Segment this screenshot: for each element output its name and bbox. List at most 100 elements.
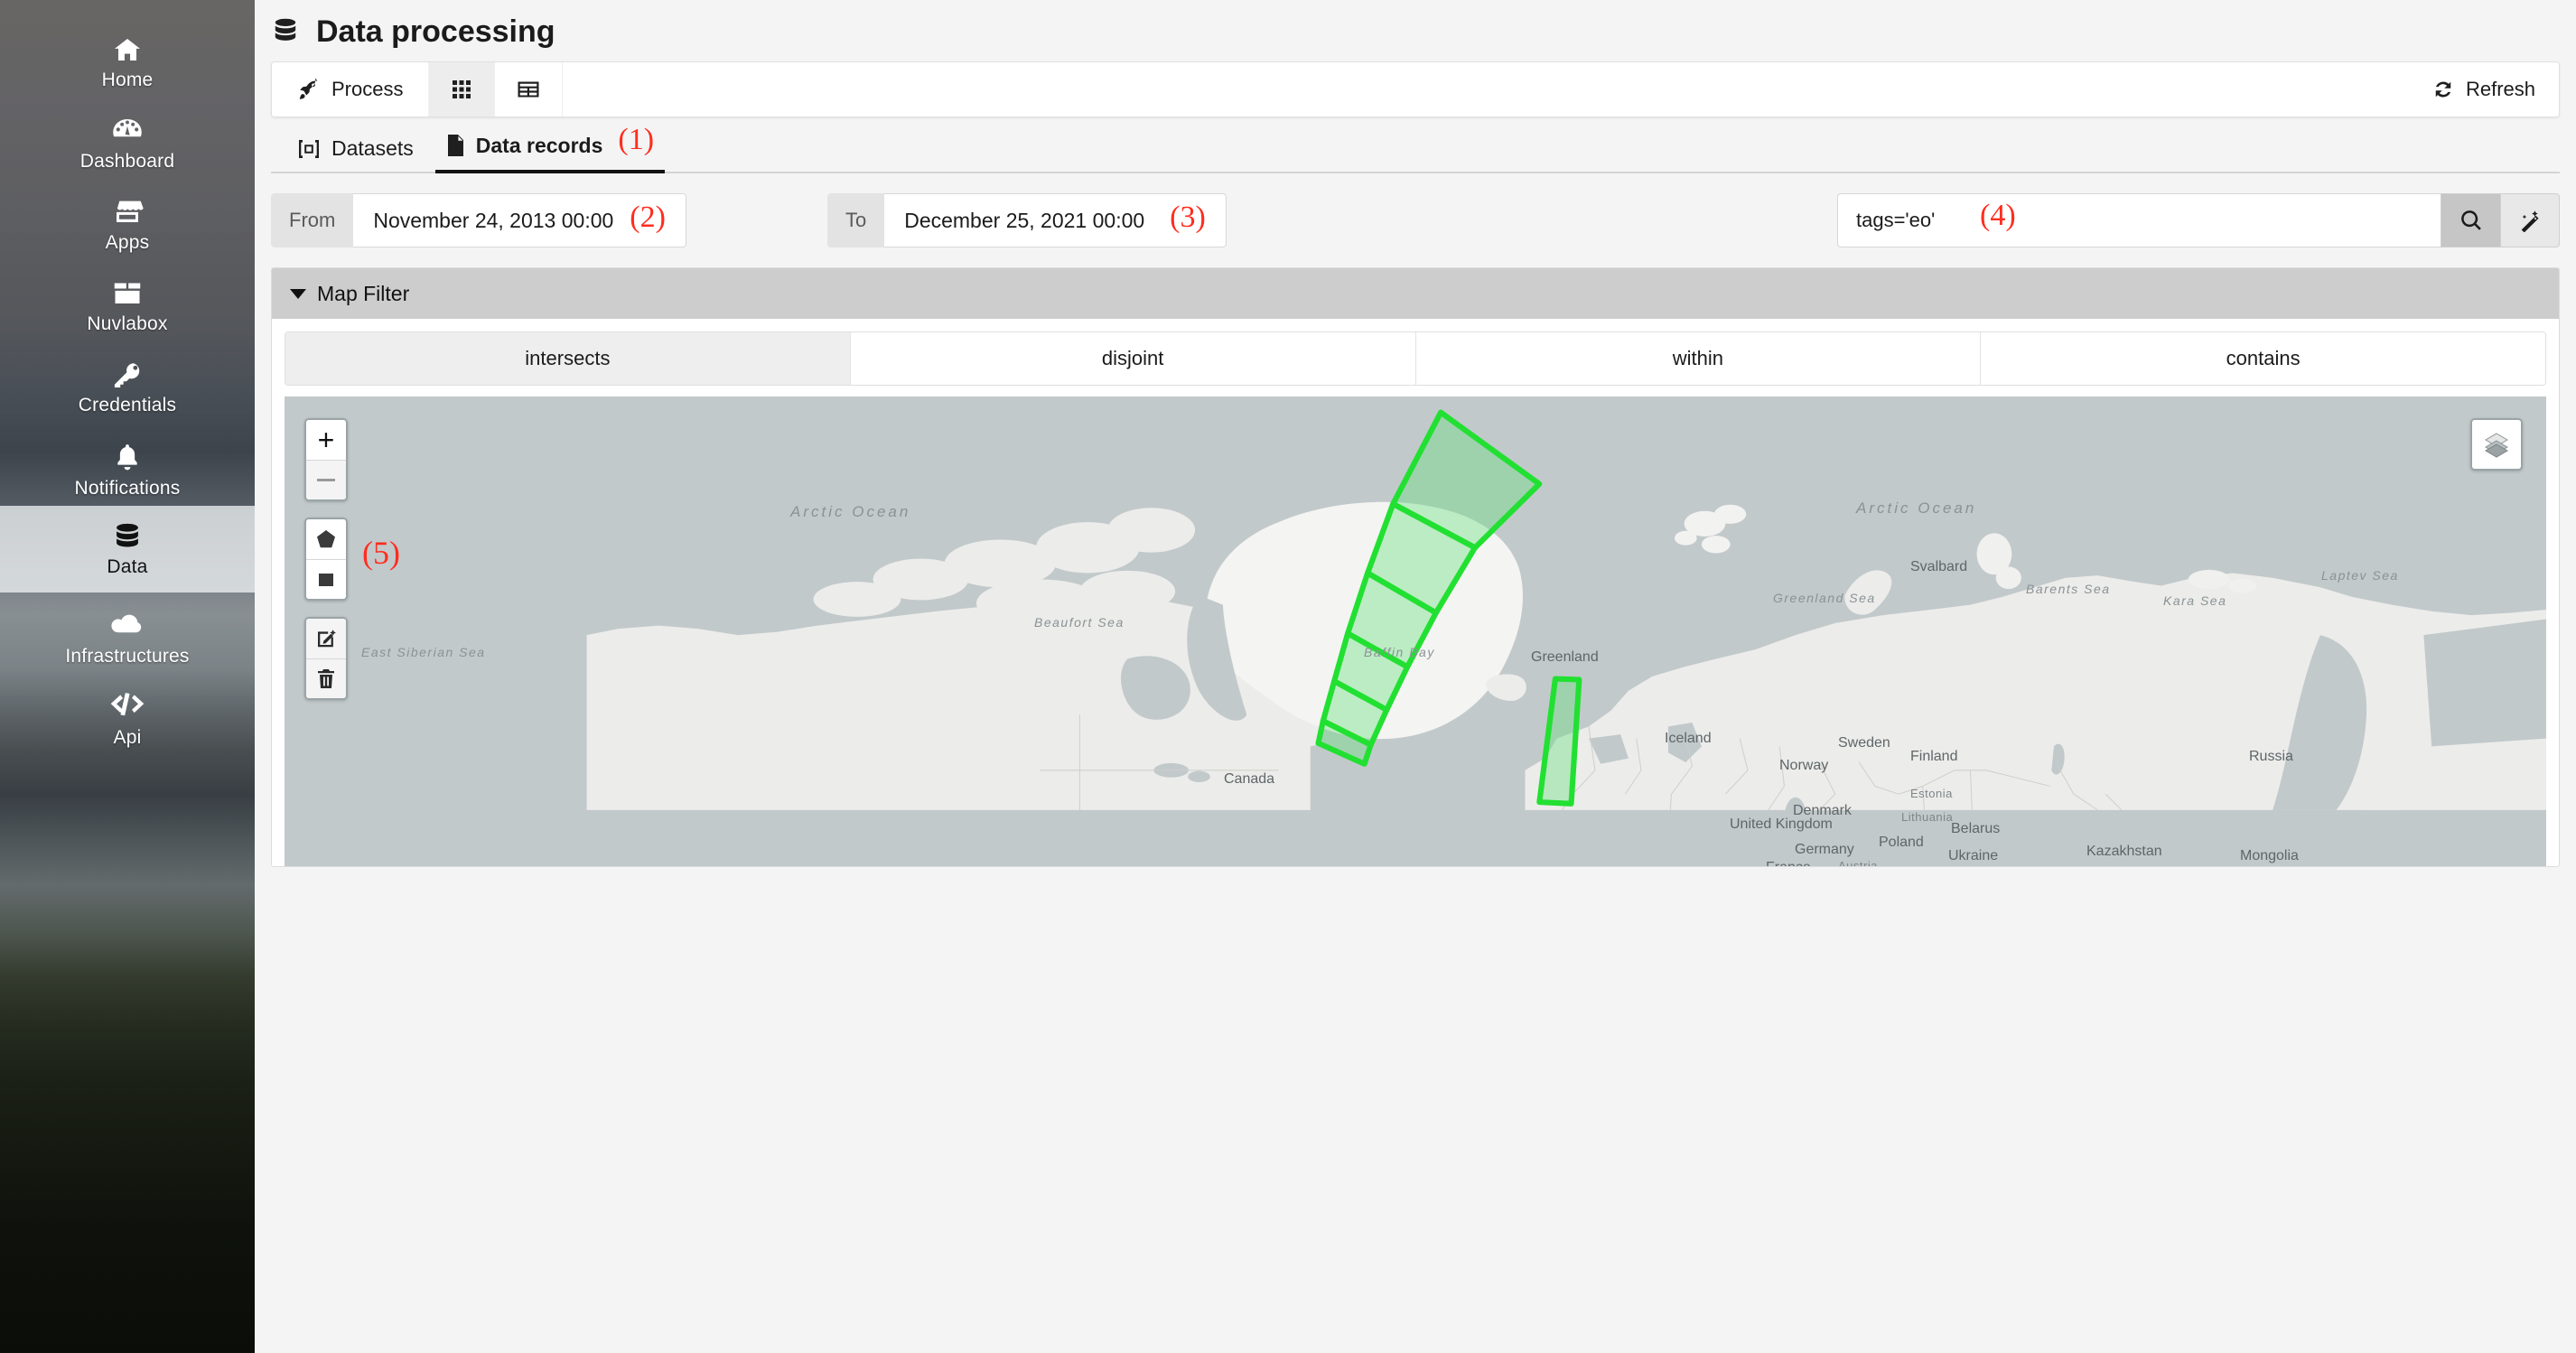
search-button[interactable] — [2441, 193, 2500, 247]
sidebar-item-label: Nuvlabox — [87, 313, 168, 334]
key-icon — [111, 360, 144, 389]
search-input[interactable] — [1837, 193, 2441, 247]
sidebar-item-apps[interactable]: Apps — [0, 190, 255, 260]
map-label: Kazakhstan — [2086, 844, 2162, 859]
sidebar-item-data[interactable]: Data — [0, 506, 255, 593]
zoom-control: + — [304, 418, 348, 501]
predicate-contains[interactable]: contains — [1981, 332, 2545, 385]
refresh-icon — [2431, 78, 2455, 101]
search-icon — [2459, 209, 2483, 232]
layers-control — [2470, 418, 2523, 471]
predicate-label: intersects — [525, 347, 611, 369]
dataset-frame-icon — [298, 139, 320, 159]
from-date-input[interactable]: November 24, 2013 00:00 (2) — [353, 193, 686, 247]
predicate-within[interactable]: within — [1415, 332, 1982, 385]
map-canvas[interactable]: Arctic Ocean Arctic Ocean Greenland Baffin … — [285, 397, 2546, 866]
sidebar-item-credentials[interactable]: Credentials — [0, 352, 255, 423]
tab-datasets[interactable]: Datasets — [282, 136, 430, 172]
process-label: Process — [331, 78, 404, 100]
map-filter-title: Map Filter — [317, 281, 410, 305]
toolbar: Process Refresh — [271, 61, 2560, 117]
table-view-icon — [517, 79, 540, 100]
map-label: Lithuania — [1901, 810, 1954, 824]
footprint-segment — [1536, 676, 1582, 807]
sidebar-item-label: Home — [101, 70, 154, 90]
rocket-icon — [297, 78, 321, 101]
grid-view-button[interactable] — [429, 62, 496, 117]
annotation-2: (2) — [630, 201, 666, 234]
sidebar: Home Dashboard Apps Nuvlabox Credentials — [0, 0, 255, 1353]
layers-button[interactable] — [2472, 420, 2521, 469]
tab-label: Datasets — [331, 136, 414, 160]
page-title: Data processing — [316, 14, 555, 49]
predicate-label: contains — [2226, 347, 2301, 369]
bell-icon — [113, 443, 142, 472]
sidebar-item-label: Data — [107, 556, 148, 577]
annotation-3: (3) — [1170, 201, 1206, 234]
magic-wand-button[interactable] — [2500, 193, 2560, 247]
predicate-label: disjoint — [1101, 347, 1164, 369]
date-to-group: To December 25, 2021 00:00 (3) — [826, 193, 1227, 247]
predicate-label: within — [1672, 347, 1723, 369]
to-date-input[interactable]: December 25, 2021 00:00 (3) — [884, 193, 1227, 247]
table-view-button[interactable] — [495, 62, 564, 117]
to-date-value: December 25, 2021 00:00 — [904, 208, 1145, 232]
caret-down-icon — [290, 288, 306, 299]
tab-data-records[interactable]: Data records (1) — [430, 125, 670, 173]
database-icon — [112, 522, 143, 551]
from-date-value: November 24, 2013 00:00 — [373, 208, 614, 232]
date-from-group: From November 24, 2013 00:00 (2) — [271, 193, 686, 247]
polygon-icon — [316, 529, 336, 549]
map-filter-header[interactable]: Map Filter — [272, 268, 2559, 319]
sidebar-item-label: Dashboard — [79, 151, 175, 172]
delete-shape-button[interactable] — [306, 658, 346, 698]
sidebar-item-label: Notifications — [74, 478, 181, 499]
zoom-out-button[interactable] — [306, 460, 346, 499]
process-button[interactable]: Process — [272, 62, 430, 117]
zoom-in-button[interactable]: + — [306, 420, 346, 460]
edit-shape-button[interactable] — [306, 619, 346, 658]
map-label: Belarus — [1951, 821, 2001, 836]
cloud-icon — [110, 611, 145, 640]
dashboard-gauge-icon — [111, 117, 144, 145]
filter-row: From November 24, 2013 00:00 (2) To Dece… — [271, 193, 2560, 247]
draw-rectangle-button[interactable] — [306, 559, 346, 599]
sidebar-item-label: Credentials — [78, 395, 177, 415]
sidebar-item-nuvlabox[interactable]: Nuvlabox — [0, 271, 255, 341]
sidebar-item-infrastructures[interactable]: Infrastructures — [0, 603, 255, 674]
toolbar-spacer — [563, 62, 2408, 117]
predicate-disjoint[interactable]: disjoint — [850, 332, 1416, 385]
trash-icon — [316, 668, 336, 690]
to-label: To — [826, 193, 885, 247]
annotation-1: (1) — [618, 123, 655, 156]
predicate-intersects[interactable]: intersects — [285, 332, 851, 385]
store-icon — [111, 198, 144, 227]
page-header: Data processing — [255, 0, 2576, 61]
map-label: Austria — [1838, 859, 1878, 866]
predicate-tabs: intersects disjoint within contains — [285, 331, 2546, 386]
sidebar-item-api[interactable]: Api — [0, 685, 255, 755]
sidebar-item-dashboard[interactable]: Dashboard — [0, 108, 255, 179]
map-label: Mongolia — [2240, 848, 2299, 863]
sidebar-item-notifications[interactable]: Notifications — [0, 435, 255, 506]
box-icon — [111, 279, 144, 308]
home-icon — [111, 35, 144, 64]
magic-wand-icon — [2518, 209, 2542, 232]
refresh-button[interactable]: Refresh — [2407, 62, 2559, 117]
tab-bar: Datasets Data records (1) — [271, 117, 2560, 173]
layers-icon — [2483, 431, 2510, 458]
edit-control — [304, 617, 348, 700]
zoom-in-label: + — [317, 424, 335, 456]
database-icon — [271, 16, 300, 47]
rectangle-icon — [317, 571, 335, 589]
tab-label: Data records — [475, 133, 603, 157]
map-label: United Kingdom — [1730, 816, 1833, 832]
sidebar-item-home[interactable]: Home — [0, 27, 255, 98]
document-icon — [446, 135, 464, 156]
edit-shape-icon — [315, 628, 337, 649]
draw-polygon-button[interactable] — [306, 519, 346, 559]
map-label: France — [1766, 860, 1811, 866]
grid-view-icon — [451, 79, 472, 100]
from-label: From — [271, 193, 354, 247]
map-label: Germany — [1795, 842, 1854, 857]
